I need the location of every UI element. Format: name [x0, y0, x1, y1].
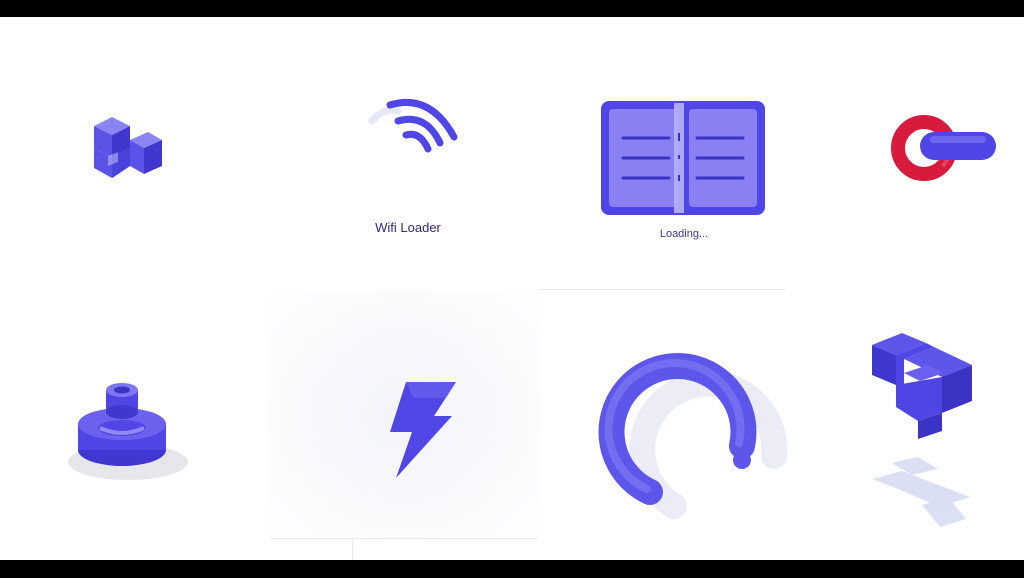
- ring-stack-loader: [66, 372, 196, 484]
- bottom-divider-vertical: [352, 538, 353, 560]
- loader-gallery: Wifi Loader Loading...: [0, 17, 1024, 560]
- chain-link-loader: [890, 112, 1000, 192]
- iso-cross-icon: [872, 333, 972, 527]
- book-loader-caption: Loading...: [659, 228, 709, 240]
- lightning-bolt-icon: [390, 382, 456, 478]
- liquid-ring-loader: [598, 342, 790, 519]
- bolt-loader: [388, 382, 458, 478]
- iso-blocks-icon: [94, 117, 162, 178]
- wifi-loader: [362, 97, 462, 157]
- iso-blocks-loader: [90, 112, 165, 187]
- open-book-icon: [601, 101, 765, 215]
- iso-cross-loader: [868, 329, 988, 529]
- top-letterbox-bar: [0, 0, 1024, 17]
- book-loader: [601, 101, 766, 216]
- section-divider: [540, 289, 785, 290]
- liquid-ring-icon: [598, 353, 788, 519]
- bottom-letterbox-bar: [0, 560, 1024, 578]
- wifi-loader-caption: Wifi Loader: [375, 220, 441, 235]
- wifi-icon: [368, 98, 458, 153]
- bottom-divider: [270, 538, 538, 539]
- chain-link-icon: [891, 115, 996, 181]
- ring-stack-icon: [68, 383, 188, 480]
